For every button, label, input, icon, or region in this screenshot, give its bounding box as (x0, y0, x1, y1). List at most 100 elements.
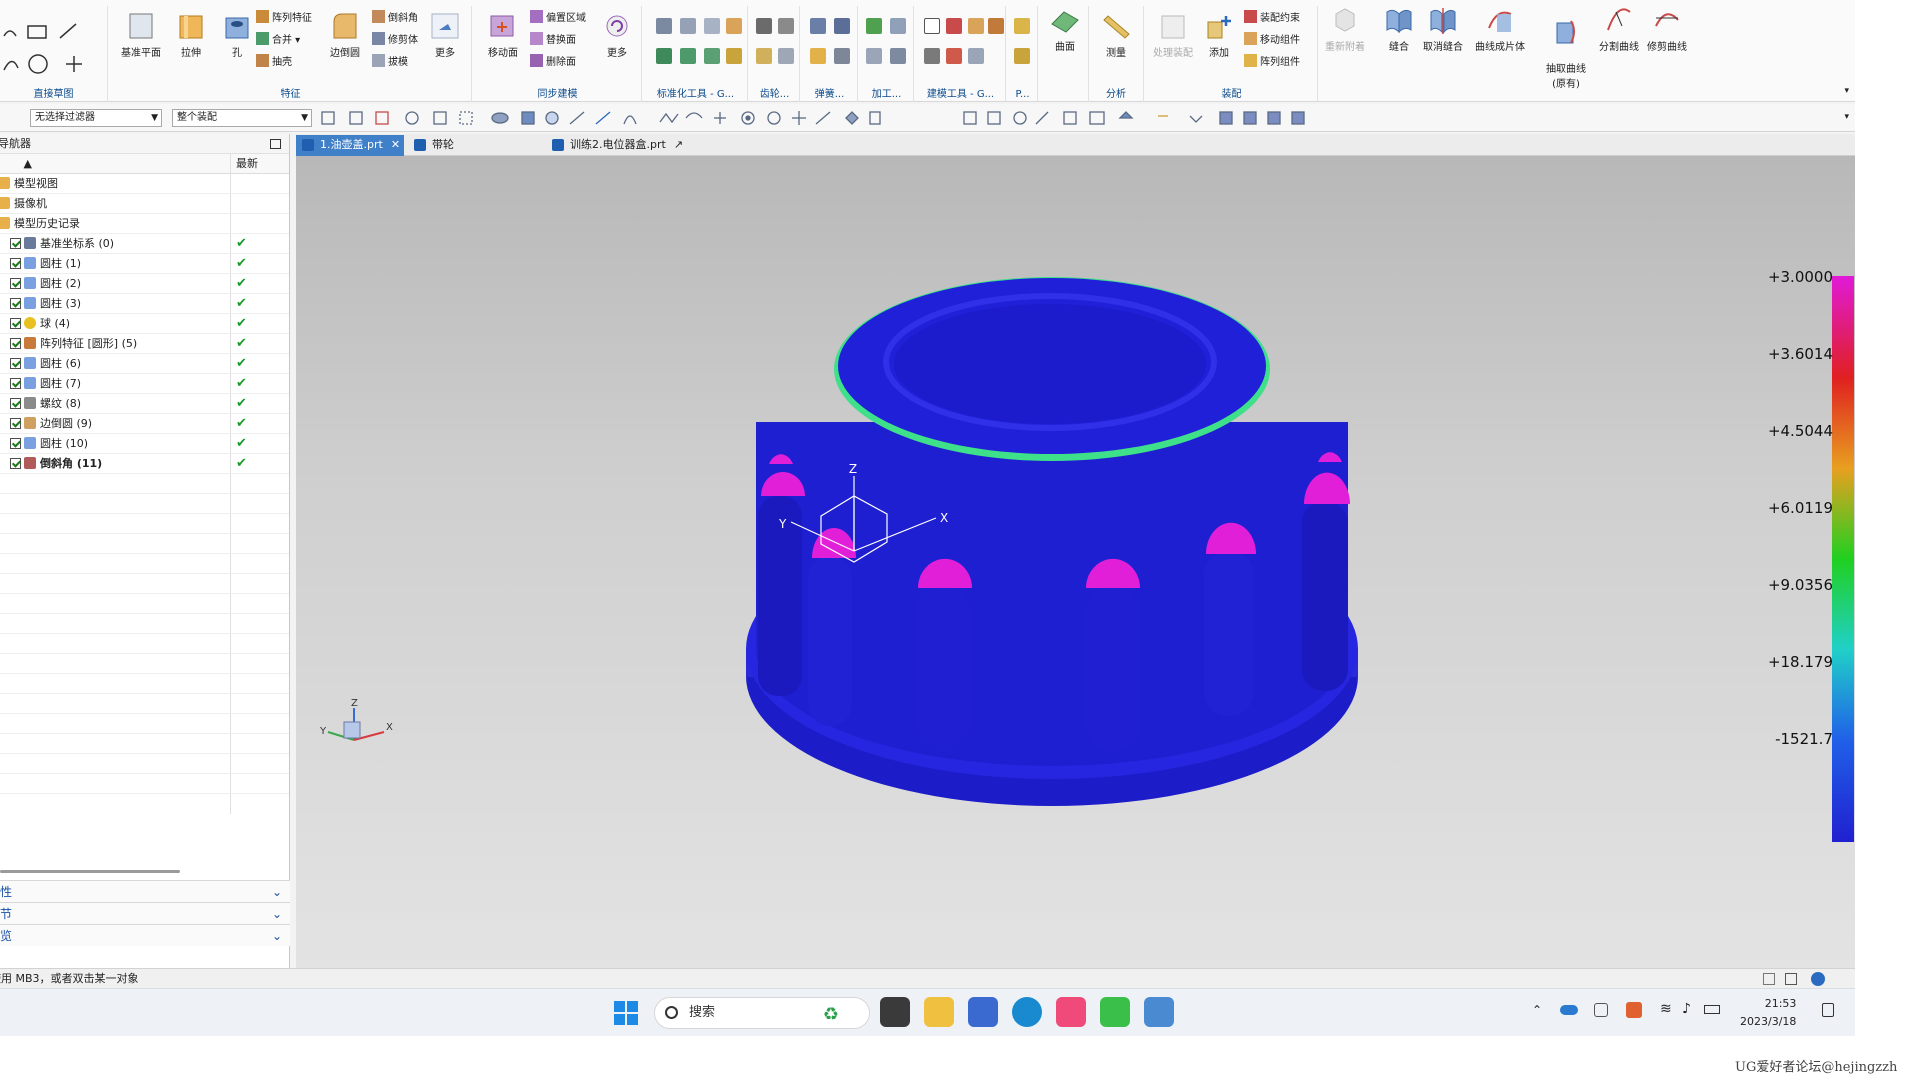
tree-item[interactable]: 阵列特征 [圆形] (5) ✔ (0, 334, 289, 354)
panel-preview[interactable]: 预览⌄ (0, 924, 290, 946)
p-tool2-icon[interactable] (1014, 48, 1030, 64)
checkbox[interactable] (10, 338, 21, 349)
replace-face-button[interactable]: 替换面 (530, 32, 576, 50)
surface-button[interactable]: 曲面 (1042, 6, 1088, 53)
gear-tool2-icon[interactable] (778, 18, 794, 34)
column-latest-header[interactable]: 最新 (236, 154, 258, 174)
machining2-icon[interactable] (890, 18, 906, 34)
assembly-constraint-button[interactable]: 装配约束 (1244, 10, 1300, 28)
toolbar-options-icon[interactable]: ▾ (1844, 112, 1849, 122)
bolt-icon[interactable] (704, 18, 720, 34)
checkbox[interactable] (10, 318, 21, 329)
more-sync-button[interactable]: 更多 (594, 12, 640, 59)
app-icon[interactable] (1144, 997, 1174, 1027)
divide-curve-button[interactable]: 分割曲线 (1594, 6, 1644, 53)
nut-icon[interactable] (726, 18, 742, 34)
tree-item[interactable]: 圆柱 (1) ✔ (0, 254, 289, 274)
draft-button[interactable]: 拔模 (372, 54, 408, 72)
panel-properties[interactable]: 属性⌄ (0, 880, 290, 902)
status-icon-2[interactable] (1785, 973, 1797, 985)
tree-item[interactable]: 边倒圆 (9) ✔ (0, 414, 289, 434)
tab-part-file[interactable]: 带轮20230318.prt↗ (408, 135, 542, 171)
tool6-icon[interactable] (968, 48, 984, 64)
move-component-button[interactable]: 移动组件 (1244, 32, 1300, 50)
trim-curve-button[interactable]: 修剪曲线 (1642, 6, 1692, 53)
hole-button[interactable]: 孔 (214, 12, 260, 59)
tree-item[interactable]: 球 (4) ✔ (0, 314, 289, 334)
tree-item[interactable]: 基准坐标系 (0) ✔ (0, 234, 289, 254)
volume-icon[interactable]: ♪ (1682, 1001, 1691, 1017)
view-triad[interactable]: Z Y X (319, 698, 393, 741)
gear-tool-icon[interactable] (756, 18, 772, 34)
add-component-button[interactable]: 添加 (1196, 12, 1242, 59)
start-button[interactable] (614, 1001, 638, 1025)
spring-tool4-icon[interactable] (834, 48, 850, 64)
app-tray-icon[interactable] (1626, 1002, 1642, 1018)
checkbox[interactable] (10, 238, 21, 249)
move-face-button[interactable]: 移动面 (480, 12, 526, 59)
tab-part-file[interactable]: 训练2.电位器盒.prt ↗ (546, 135, 694, 156)
tree-item[interactable]: 圆柱 (6) ✔ (0, 354, 289, 374)
datum-plane-button[interactable]: 基准平面 (118, 12, 164, 59)
maximize-icon[interactable] (270, 139, 281, 149)
input-method-icon[interactable] (1594, 1003, 1608, 1017)
sketch-tools-icon[interactable] (2, 18, 102, 78)
status-icon-1[interactable] (1763, 973, 1775, 985)
checkbox[interactable] (10, 458, 21, 469)
tree-item[interactable]: 圆柱 (7) ✔ (0, 374, 289, 394)
spring-tool-icon[interactable] (810, 18, 826, 34)
checkbox[interactable] (10, 378, 21, 389)
close-tab-icon[interactable]: ✕ (391, 138, 400, 151)
tab-part-file[interactable]: 1.油壶盖.prt ✕ (296, 135, 404, 156)
machining4-icon[interactable] (890, 48, 906, 64)
extrude-button[interactable]: 拉伸 (168, 12, 214, 59)
checkbox[interactable] (10, 438, 21, 449)
process-assembly-button[interactable]: 处理装配 (1150, 12, 1196, 59)
measure-button[interactable]: 测量 (1093, 12, 1139, 59)
tree-scrollbar[interactable] (0, 870, 180, 873)
unite-button[interactable]: 合并 ▾ (256, 32, 300, 50)
ribbon-options-icon[interactable]: ▾ (1844, 86, 1849, 96)
tree-item[interactable]: 螺纹 (8) ✔ (0, 394, 289, 414)
status-globe-icon[interactable] (1811, 972, 1825, 986)
trim-body-button[interactable]: 修剪体 (372, 32, 418, 50)
gear-tool4-icon[interactable] (778, 48, 794, 64)
checkbox[interactable] (10, 358, 21, 369)
bearing-icon[interactable] (680, 18, 696, 34)
checkbox[interactable] (10, 278, 21, 289)
more-feature-button[interactable]: 更多 (422, 12, 468, 59)
taskbar-search[interactable]: 搜索 ♻ (654, 997, 870, 1029)
nx-app-icon[interactable] (968, 997, 998, 1027)
graphics-viewport[interactable]: Z Y X Z Y X +3.0000 +3.6014 +4.5044 +6.0… (296, 156, 1855, 968)
pin-icon[interactable] (680, 48, 696, 64)
washer-icon[interactable] (704, 48, 720, 64)
wifi-icon[interactable]: ≋ (1660, 1001, 1672, 1017)
bilibili-icon[interactable] (1056, 997, 1086, 1027)
triangle-icon[interactable] (924, 18, 940, 34)
tray-chevron-icon[interactable]: ⌃ (1532, 1003, 1542, 1017)
top-recess[interactable] (894, 304, 1206, 424)
battery-icon[interactable] (1704, 1005, 1720, 1014)
tree-item[interactable]: 圆柱 (10) ✔ (0, 434, 289, 454)
shell-button[interactable]: 抽壳 (256, 54, 292, 72)
panel-details[interactable]: 细节⌄ (0, 902, 290, 924)
tree-item[interactable]: 模型视图 (0, 174, 289, 194)
checkbox[interactable] (10, 418, 21, 429)
edge-browser-icon[interactable] (1012, 997, 1042, 1027)
delete-face-button[interactable]: 删除面 (530, 54, 576, 72)
spring-tool2-icon[interactable] (834, 18, 850, 34)
chamfer-button[interactable]: 倒斜角 (372, 10, 418, 28)
pattern-feature-button[interactable]: 阵列特征 (256, 10, 312, 28)
onedrive-icon[interactable] (1560, 1005, 1578, 1015)
scope-select[interactable]: 整个装配 ▼ (172, 109, 312, 127)
task-view-icon[interactable] (880, 997, 910, 1027)
tool2-icon[interactable] (968, 18, 984, 34)
gear-tool3-icon[interactable] (756, 48, 772, 64)
wechat-icon[interactable] (1100, 997, 1130, 1027)
pattern-component-button[interactable]: 阵列组件 (1244, 54, 1300, 72)
reattach-button[interactable]: 重新附着 (1322, 6, 1368, 53)
tool4-icon[interactable] (924, 48, 940, 64)
edge-blend-button[interactable]: 边倒圆 (322, 12, 368, 59)
sew-button[interactable]: 缝合 (1376, 6, 1422, 53)
column-name-header[interactable]: 名称 ▲ (0, 154, 32, 174)
